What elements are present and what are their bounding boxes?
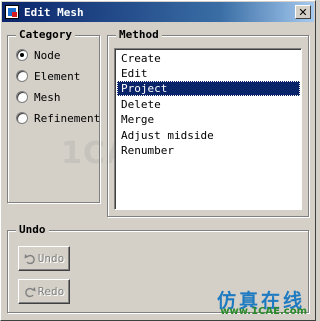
category-legend: Category [16,28,75,41]
method-group: Method Create Edit Project Delete Merge … [107,28,309,217]
radio-button-element[interactable] [16,70,28,82]
redo-arrow-icon [24,286,36,297]
title-bar[interactable]: Edit Mesh ✕ [2,2,314,22]
radio-label-node: Node [34,48,61,62]
radio-refinement[interactable]: Refinement [16,110,100,126]
close-button[interactable]: ✕ [295,5,311,19]
close-icon: ✕ [298,5,308,19]
undo-button[interactable]: Undo [18,246,70,271]
radio-button-mesh[interactable] [16,91,28,103]
radio-node[interactable]: Node [16,47,61,63]
watermark-logo-url: www.1CAE.com [220,306,307,317]
list-item-renumber[interactable]: Renumber [117,143,300,158]
method-legend: Method [116,28,162,41]
list-item-adjust-midside[interactable]: Adjust midside [117,128,300,143]
list-item-edit[interactable]: Edit [117,66,300,81]
redo-button[interactable]: Redo [18,279,70,304]
edit-mesh-window: Edit Mesh ✕ 1CAE.COM Category Node Eleme… [0,0,316,321]
app-icon [5,5,19,19]
radio-button-node[interactable] [16,49,28,61]
undo-legend: Undo [16,223,49,236]
radio-mesh[interactable]: Mesh [16,89,61,105]
undo-label: Undo [37,252,65,265]
radio-button-refinement[interactable] [16,112,28,124]
list-item-merge[interactable]: Merge [117,112,300,127]
radio-element[interactable]: Element [16,68,80,84]
list-item-project[interactable]: Project [117,81,300,96]
undo-arrow-icon [24,253,35,264]
radio-label-refinement: Refinement [34,111,101,125]
category-group: Category Node Element Mesh Refinement [7,28,100,203]
method-listbox[interactable]: Create Edit Project Delete Merge Adjust … [114,48,302,210]
list-item-create[interactable]: Create [117,51,300,66]
window-title: Edit Mesh [24,5,84,19]
radio-label-element: Element [34,69,81,83]
list-item-delete[interactable]: Delete [117,97,300,112]
radio-label-mesh: Mesh [34,90,61,104]
redo-label: Redo [37,285,65,298]
